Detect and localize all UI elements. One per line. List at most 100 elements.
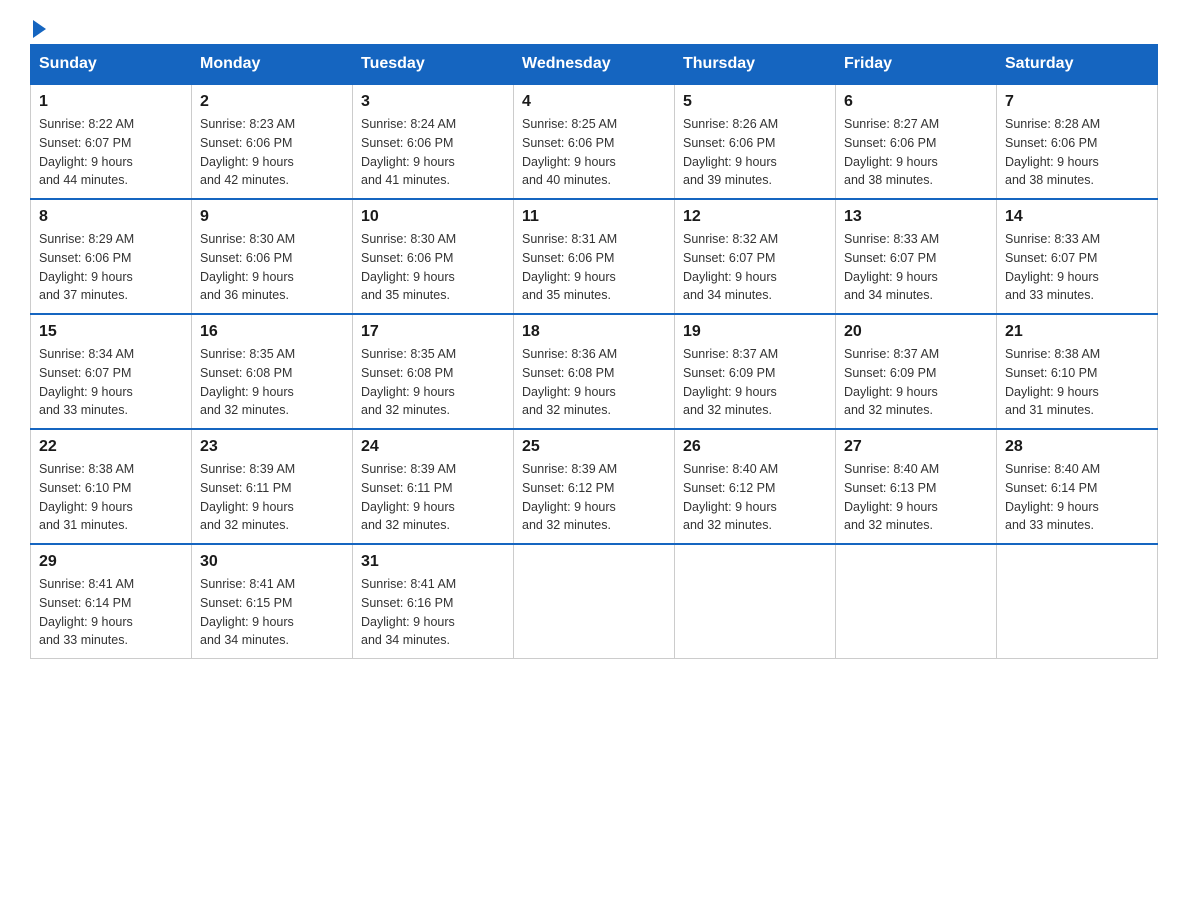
day-number: 17 (361, 323, 505, 341)
day-cell-3: 3 Sunrise: 8:24 AMSunset: 6:06 PMDaylight… (353, 84, 514, 199)
day-info: Sunrise: 8:35 AMSunset: 6:08 PMDaylight:… (361, 345, 505, 420)
week-row-1: 1 Sunrise: 8:22 AMSunset: 6:07 PMDaylight… (31, 84, 1158, 199)
day-number: 22 (39, 438, 183, 456)
day-cell-25: 25Sunrise: 8:39 AMSunset: 6:12 PMDayligh… (514, 429, 675, 544)
day-number: 29 (39, 553, 183, 571)
day-info: Sunrise: 8:40 AMSunset: 6:12 PMDaylight:… (683, 460, 827, 535)
day-info: Sunrise: 8:27 AMSunset: 6:06 PMDaylight:… (844, 115, 988, 190)
column-header-sunday: Sunday (31, 45, 192, 85)
day-cell-4: 4Sunrise: 8:25 AMSunset: 6:06 PMDaylight… (514, 84, 675, 199)
column-header-friday: Friday (836, 45, 997, 85)
day-info: Sunrise: 8:30 AMSunset: 6:06 PMDaylight:… (361, 230, 505, 305)
day-info: Sunrise: 8:32 AMSunset: 6:07 PMDaylight:… (683, 230, 827, 305)
day-number: 11 (522, 208, 666, 226)
column-header-monday: Monday (192, 45, 353, 85)
day-number: 25 (522, 438, 666, 456)
day-info: Sunrise: 8:38 AMSunset: 6:10 PMDaylight:… (39, 460, 183, 535)
day-number: 20 (844, 323, 988, 341)
day-number: 14 (1005, 208, 1149, 226)
day-cell-20: 20 Sunrise: 8:37 AMSunset: 6:09 PMDayligh… (836, 314, 997, 429)
day-cell-5: 5 Sunrise: 8:26 AMSunset: 6:06 PMDaylight… (675, 84, 836, 199)
day-info: Sunrise: 8:39 AMSunset: 6:11 PMDaylight:… (200, 460, 344, 535)
column-header-wednesday: Wednesday (514, 45, 675, 85)
day-number: 18 (522, 323, 666, 341)
day-number: 2 (200, 93, 344, 111)
column-header-saturday: Saturday (997, 45, 1158, 85)
day-number: 27 (844, 438, 988, 456)
day-info: Sunrise: 8:23 AMSunset: 6:06 PMDaylight:… (200, 115, 344, 190)
day-cell-6: 6 Sunrise: 8:27 AMSunset: 6:06 PMDaylight… (836, 84, 997, 199)
day-cell-27: 27 Sunrise: 8:40 AMSunset: 6:13 PMDayligh… (836, 429, 997, 544)
day-cell-1: 1 Sunrise: 8:22 AMSunset: 6:07 PMDaylight… (31, 84, 192, 199)
week-row-5: 29 Sunrise: 8:41 AMSunset: 6:14 PMDayligh… (31, 544, 1158, 659)
day-info: Sunrise: 8:39 AMSunset: 6:11 PMDaylight:… (361, 460, 505, 535)
day-info: Sunrise: 8:30 AMSunset: 6:06 PMDaylight:… (200, 230, 344, 305)
day-cell-29: 29 Sunrise: 8:41 AMSunset: 6:14 PMDayligh… (31, 544, 192, 659)
day-info: Sunrise: 8:25 AMSunset: 6:06 PMDaylight:… (522, 115, 666, 190)
day-cell-14: 14 Sunrise: 8:33 AMSunset: 6:07 PMDayligh… (997, 199, 1158, 314)
day-cell-10: 10Sunrise: 8:30 AMSunset: 6:06 PMDayligh… (353, 199, 514, 314)
week-row-3: 15Sunrise: 8:34 AMSunset: 6:07 PMDayligh… (31, 314, 1158, 429)
week-row-2: 8 Sunrise: 8:29 AMSunset: 6:06 PMDaylight… (31, 199, 1158, 314)
day-number: 12 (683, 208, 827, 226)
day-cell-28: 28 Sunrise: 8:40 AMSunset: 6:14 PMDayligh… (997, 429, 1158, 544)
day-cell-2: 2 Sunrise: 8:23 AMSunset: 6:06 PMDaylight… (192, 84, 353, 199)
empty-cell (997, 544, 1158, 659)
empty-cell (514, 544, 675, 659)
day-number: 28 (1005, 438, 1149, 456)
day-cell-9: 9 Sunrise: 8:30 AMSunset: 6:06 PMDaylight… (192, 199, 353, 314)
day-number: 26 (683, 438, 827, 456)
day-cell-16: 16 Sunrise: 8:35 AMSunset: 6:08 PMDayligh… (192, 314, 353, 429)
day-info: Sunrise: 8:29 AMSunset: 6:06 PMDaylight:… (39, 230, 183, 305)
day-info: Sunrise: 8:24 AMSunset: 6:06 PMDaylight:… (361, 115, 505, 190)
day-info: Sunrise: 8:33 AMSunset: 6:07 PMDaylight:… (1005, 230, 1149, 305)
day-cell-18: 18Sunrise: 8:36 AMSunset: 6:08 PMDayligh… (514, 314, 675, 429)
day-cell-21: 21 Sunrise: 8:38 AMSunset: 6:10 PMDayligh… (997, 314, 1158, 429)
day-number: 24 (361, 438, 505, 456)
day-number: 9 (200, 208, 344, 226)
day-info: Sunrise: 8:28 AMSunset: 6:06 PMDaylight:… (1005, 115, 1149, 190)
logo-triangle-icon (33, 20, 46, 38)
day-number: 5 (683, 93, 827, 111)
day-number: 21 (1005, 323, 1149, 341)
day-cell-17: 17 Sunrise: 8:35 AMSunset: 6:08 PMDayligh… (353, 314, 514, 429)
week-row-4: 22 Sunrise: 8:38 AMSunset: 6:10 PMDayligh… (31, 429, 1158, 544)
day-cell-30: 30 Sunrise: 8:41 AMSunset: 6:15 PMDayligh… (192, 544, 353, 659)
day-info: Sunrise: 8:41 AMSunset: 6:16 PMDaylight:… (361, 575, 505, 650)
day-number: 19 (683, 323, 827, 341)
empty-cell (675, 544, 836, 659)
day-cell-26: 26 Sunrise: 8:40 AMSunset: 6:12 PMDayligh… (675, 429, 836, 544)
day-number: 6 (844, 93, 988, 111)
calendar-table: SundayMondayTuesdayWednesdayThursdayFrid… (30, 44, 1158, 659)
day-info: Sunrise: 8:38 AMSunset: 6:10 PMDaylight:… (1005, 345, 1149, 420)
day-cell-7: 7 Sunrise: 8:28 AMSunset: 6:06 PMDaylight… (997, 84, 1158, 199)
day-info: Sunrise: 8:37 AMSunset: 6:09 PMDaylight:… (844, 345, 988, 420)
day-info: Sunrise: 8:40 AMSunset: 6:13 PMDaylight:… (844, 460, 988, 535)
calendar-header-row: SundayMondayTuesdayWednesdayThursdayFrid… (31, 45, 1158, 85)
day-number: 23 (200, 438, 344, 456)
day-info: Sunrise: 8:41 AMSunset: 6:15 PMDaylight:… (200, 575, 344, 650)
day-number: 1 (39, 93, 183, 111)
day-number: 15 (39, 323, 183, 341)
empty-cell (836, 544, 997, 659)
day-cell-24: 24 Sunrise: 8:39 AMSunset: 6:11 PMDayligh… (353, 429, 514, 544)
day-info: Sunrise: 8:31 AMSunset: 6:06 PMDaylight:… (522, 230, 666, 305)
day-info: Sunrise: 8:26 AMSunset: 6:06 PMDaylight:… (683, 115, 827, 190)
day-info: Sunrise: 8:40 AMSunset: 6:14 PMDaylight:… (1005, 460, 1149, 535)
day-cell-31: 31Sunrise: 8:41 AMSunset: 6:16 PMDayligh… (353, 544, 514, 659)
day-info: Sunrise: 8:35 AMSunset: 6:08 PMDaylight:… (200, 345, 344, 420)
day-number: 16 (200, 323, 344, 341)
day-number: 30 (200, 553, 344, 571)
column-header-thursday: Thursday (675, 45, 836, 85)
day-cell-13: 13Sunrise: 8:33 AMSunset: 6:07 PMDayligh… (836, 199, 997, 314)
day-cell-11: 11 Sunrise: 8:31 AMSunset: 6:06 PMDayligh… (514, 199, 675, 314)
column-header-tuesday: Tuesday (353, 45, 514, 85)
day-number: 8 (39, 208, 183, 226)
day-info: Sunrise: 8:37 AMSunset: 6:09 PMDaylight:… (683, 345, 827, 420)
day-info: Sunrise: 8:41 AMSunset: 6:14 PMDaylight:… (39, 575, 183, 650)
day-number: 7 (1005, 93, 1149, 111)
day-cell-19: 19 Sunrise: 8:37 AMSunset: 6:09 PMDayligh… (675, 314, 836, 429)
day-number: 3 (361, 93, 505, 111)
day-cell-23: 23 Sunrise: 8:39 AMSunset: 6:11 PMDayligh… (192, 429, 353, 544)
day-info: Sunrise: 8:22 AMSunset: 6:07 PMDaylight:… (39, 115, 183, 190)
